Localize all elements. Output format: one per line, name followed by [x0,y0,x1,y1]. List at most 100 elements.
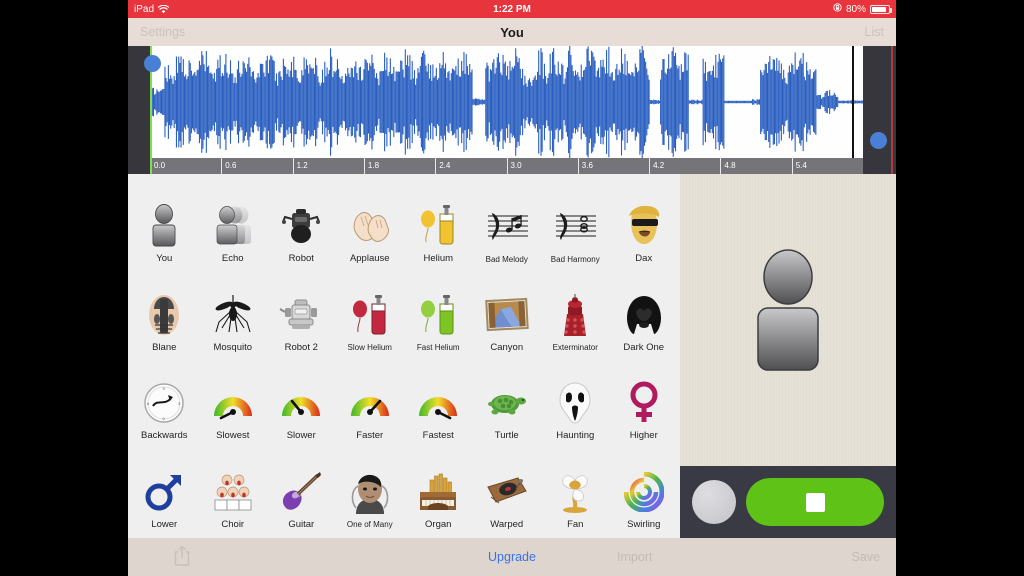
stop-button[interactable] [746,478,884,526]
status-bar-clock: 1:22 PM [493,3,531,15]
effect-guitar[interactable]: Guitar [267,446,336,535]
effect-turtle[interactable]: Turtle [473,357,542,446]
status-bar: iPad 1:22 PM 80% [128,0,896,18]
effect-robot[interactable]: Robot [267,180,336,269]
selection-start-handle[interactable] [144,55,161,72]
effect-label: Dax [635,253,653,265]
effect-fast-helium[interactable]: Fast Helium [404,269,473,358]
effect-mosquito[interactable]: Mosquito [199,269,268,358]
effect-dax[interactable]: Dax [610,180,679,269]
import-button[interactable]: Import [617,550,652,564]
effect-label: Blane [152,341,177,353]
battery-icon [870,4,892,14]
status-bar-left: iPad [134,3,170,15]
mosquito-icon [210,289,256,341]
effect-bad-harmony[interactable]: Bad Harmony [541,180,610,269]
effect-label: Robot [288,253,314,265]
timeline-start-marker [150,158,152,174]
waveform-graphic [150,46,863,158]
effect-dark-one[interactable]: Dark One [610,269,679,358]
effect-label: One of Many [346,520,393,530]
timeline-tick-label: 4.2 [653,161,665,170]
effect-label: Dark One [623,341,665,353]
bottom-toolbar: Upgrade Import Save [128,538,896,576]
effect-applause[interactable]: Applause [336,180,405,269]
timeline-tick-label: 4.8 [724,161,736,170]
settings-button[interactable]: Settings [140,25,185,39]
letterbox-left [0,0,128,576]
timeline-tick-label: 3.0 [510,161,522,170]
effects-grid[interactable]: You Echo Robot Applause Helium Bad Melody Bad … [128,174,680,538]
effect-choir[interactable]: Choir [199,446,268,535]
effect-slowest[interactable]: Slowest [199,357,268,446]
upgrade-button[interactable]: Upgrade [128,550,896,564]
save-button[interactable]: Save [852,550,881,564]
nav-bar: Settings You List [128,18,896,46]
timeline-tick-label: 1.2 [296,161,308,170]
effect-label: Lower [151,518,178,530]
canyon-painting-icon [484,289,530,341]
effect-robot-2[interactable]: Robot 2 [267,269,336,358]
ghost-mask-icon [552,377,598,429]
gauge-fastest-icon [415,377,461,429]
waveform-area[interactable] [128,46,896,158]
effect-swirling[interactable]: Swirling [610,446,679,535]
effect-haunting[interactable]: Haunting [541,357,610,446]
timeline-ruler: 0.0 0.6 1.2 1.8 2.4 3.0 3.6 4.2 4.8 5.4 [128,158,896,174]
clock-reverse-icon: 9630 [141,377,187,429]
timeline-tick-label: 0.0 [154,161,166,170]
list-button[interactable]: List [865,25,884,39]
guitar-icon [278,466,324,518]
effect-label: Bad Melody [485,254,528,264]
effect-exterminator[interactable]: Exterminator [541,269,610,358]
selection-end-handle[interactable] [870,132,887,149]
turntable-icon [484,466,530,518]
effect-slower[interactable]: Slower [267,357,336,446]
effect-label: Robot 2 [284,341,318,353]
effect-warped[interactable]: Warped [473,446,542,535]
timeline-tick-label: 2.4 [439,161,451,170]
turtle-icon [484,377,530,429]
effect-label: Warped [490,518,524,530]
balloon-gas-tank-icon [415,200,461,252]
mars-symbol-icon [141,466,187,518]
effect-slow-helium[interactable]: Slow Helium [336,269,405,358]
venus-symbol-icon [621,377,667,429]
effect-fastest[interactable]: Fastest [404,357,473,446]
playhead-marker [852,46,854,158]
status-bar-right: 80% [833,3,892,15]
effect-blane[interactable]: Blane [130,269,199,358]
carrier-label: iPad [134,3,155,15]
person-icon [680,246,896,374]
timeline-track: 0.0 0.6 1.2 1.8 2.4 3.0 3.6 4.2 4.8 5.4 [150,158,863,174]
timeline-tick-label: 3.6 [581,161,593,170]
record-circle-button[interactable] [692,480,736,524]
effect-backwards[interactable]: 9 6 3 0 Backwards [130,357,199,446]
stop-square-icon [805,492,825,512]
waveform-canvas[interactable] [150,46,863,158]
effect-label: Helium [423,253,454,265]
effect-canyon[interactable]: Canyon [473,269,542,358]
timeline-tick: 4.2 [649,158,664,174]
green-balloon-tank-icon [415,290,461,342]
effect-helium[interactable]: Helium [404,180,473,269]
effect-label: Applause [349,253,390,265]
effect-you[interactable]: You [130,180,199,269]
effect-label: Faster [356,430,384,442]
timeline-tick: 4.8 [720,158,736,174]
timeline-end-marker [891,158,893,174]
timeline-tick-label: 5.4 [795,161,807,170]
effect-one-of-many[interactable]: One of Many [336,446,405,535]
clapping-hands-icon [347,200,393,252]
timeline-tick: 5.4 [791,158,807,174]
effect-organ[interactable]: Organ [404,446,473,535]
timeline-tick-label: 0.6 [225,161,237,170]
effect-faster[interactable]: Faster [336,357,405,446]
timeline-tick-label: 1.8 [367,161,380,170]
wifi-icon [157,4,170,14]
effect-lower[interactable]: Lower [130,446,199,535]
effect-higher[interactable]: Higher [610,357,679,446]
effect-echo[interactable]: Echo [199,180,268,269]
effect-bad-melody[interactable]: Bad Melody [473,180,542,269]
effect-fan[interactable]: Fan [541,446,610,535]
